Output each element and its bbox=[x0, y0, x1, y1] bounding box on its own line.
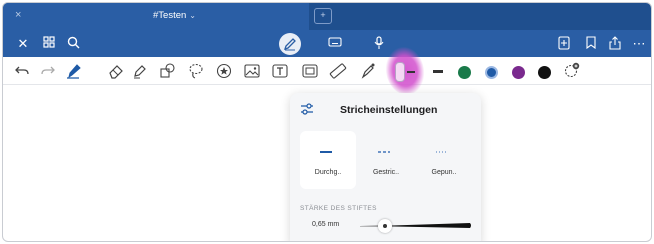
stroke-style-dotted[interactable]: Gepun.. bbox=[416, 131, 472, 189]
eraser-icon[interactable] bbox=[107, 62, 125, 80]
sliders-icon bbox=[300, 102, 314, 120]
pointer-icon[interactable] bbox=[359, 62, 377, 80]
thin-stroke-option[interactable] bbox=[407, 71, 415, 73]
stroke-style-label: Gestric.. bbox=[372, 169, 400, 176]
color-black-swatch[interactable] bbox=[538, 66, 551, 79]
add-color-icon[interactable] bbox=[563, 61, 581, 79]
color-blue-swatch[interactable] bbox=[485, 66, 498, 79]
drawing-toolbar bbox=[3, 44, 651, 98]
keyboard-icon[interactable] bbox=[327, 36, 343, 52]
app-window: × #Testen ⌄ + ✕ ⋯ Stricheinstellungen Du… bbox=[2, 2, 652, 242]
pen-tool-icon[interactable] bbox=[65, 62, 83, 80]
close-tab-icon[interactable]: × bbox=[15, 9, 21, 21]
search-icon[interactable] bbox=[65, 36, 81, 52]
grid-icon[interactable] bbox=[41, 36, 57, 52]
stroke-style-dashed[interactable]: Gestric.. bbox=[358, 131, 414, 189]
sticker-icon[interactable] bbox=[215, 62, 233, 80]
new-tab-label: + bbox=[320, 10, 326, 20]
app-bar: ✕ ⋯ bbox=[3, 30, 651, 57]
stroke-size-button[interactable] bbox=[395, 62, 405, 82]
image-icon[interactable] bbox=[243, 62, 261, 80]
color-purple-swatch[interactable] bbox=[512, 66, 525, 79]
undo-icon[interactable] bbox=[13, 62, 31, 80]
pen-mode-button[interactable] bbox=[279, 33, 301, 55]
color-green-swatch[interactable] bbox=[458, 66, 471, 79]
redo-icon[interactable] bbox=[39, 62, 57, 80]
stroke-style-label: Durchg.. bbox=[314, 169, 342, 176]
ruler-icon[interactable] bbox=[329, 62, 347, 80]
popover-title: Stricheinstellungen bbox=[340, 104, 438, 116]
bookmark-icon[interactable] bbox=[583, 36, 599, 52]
chevron-down-icon[interactable]: ⌄ bbox=[189, 11, 196, 20]
new-tab-button[interactable]: + bbox=[314, 8, 332, 24]
pen-icon bbox=[283, 38, 296, 51]
stroke-style-label: Gepun.. bbox=[431, 169, 457, 176]
tab-title-text: #Testen bbox=[153, 10, 187, 21]
share-icon[interactable] bbox=[607, 36, 623, 52]
stroke-style-options: Durchg.. Gestric.. Gepun.. bbox=[300, 131, 473, 189]
thickness-value: 0,65 mm bbox=[312, 221, 340, 228]
dashed-line-preview bbox=[378, 151, 390, 153]
stroke-settings-popover: Stricheinstellungen Durchg.. Gestric.. G… bbox=[290, 93, 481, 241]
thickness-slider-knob[interactable] bbox=[378, 219, 392, 233]
close-icon[interactable]: ✕ bbox=[15, 36, 31, 52]
thick-stroke-option[interactable] bbox=[433, 70, 443, 73]
highlighter-icon[interactable] bbox=[131, 62, 149, 80]
microphone-icon[interactable] bbox=[371, 36, 387, 52]
camera-icon[interactable] bbox=[301, 62, 319, 80]
stroke-style-solid[interactable]: Durchg.. bbox=[300, 131, 356, 189]
tab-testen[interactable]: × #Testen ⌄ bbox=[3, 3, 309, 30]
thickness-slider[interactable] bbox=[358, 217, 473, 233]
thickness-label: STÄRKE DES STIFTES bbox=[300, 205, 377, 212]
dotted-line-preview bbox=[436, 151, 448, 153]
shapes-icon[interactable] bbox=[159, 62, 177, 80]
solid-line-preview bbox=[320, 151, 332, 153]
tab-strip: × #Testen ⌄ + bbox=[3, 3, 651, 30]
lasso-icon[interactable] bbox=[187, 62, 205, 80]
thickness-slider-track bbox=[360, 223, 471, 228]
popover-header: Stricheinstellungen bbox=[290, 93, 481, 125]
tab-title[interactable]: #Testen ⌄ bbox=[153, 10, 196, 21]
more-icon[interactable]: ⋯ bbox=[631, 36, 647, 52]
add-page-icon[interactable] bbox=[556, 36, 572, 52]
text-box-icon[interactable] bbox=[271, 62, 289, 80]
